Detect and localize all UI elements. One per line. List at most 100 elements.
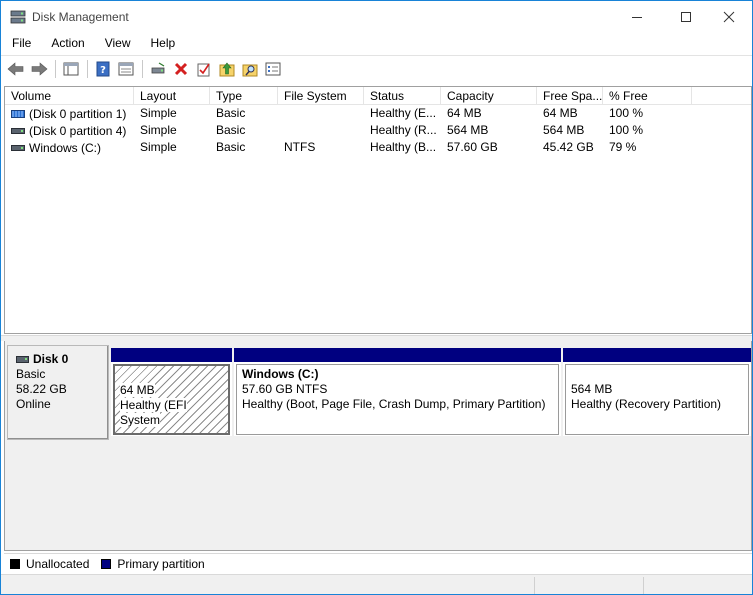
toolbar-separator [87,60,88,78]
minimize-button[interactable] [614,1,660,33]
volume-percent-free: 100 % [609,106,644,120]
volume-name: (Disk 0 partition 1) [29,107,127,121]
title-bar[interactable]: Disk Management [1,1,752,33]
up-folder-icon [219,62,235,77]
delete-button[interactable] [170,58,192,80]
back-arrow-icon [7,62,24,76]
delete-icon [174,62,188,76]
volume-list[interactable]: Volume Layout Type File System Status Ca… [4,86,752,334]
volume-drive-icon [11,128,25,134]
volume-status: Healthy (R... [370,123,437,137]
forward-arrow-icon [31,62,48,76]
menu-action[interactable]: Action [39,33,92,53]
volume-drive-icon [11,145,25,151]
volume-cell: Windows (C:) [5,139,134,156]
volume-free-space: 64 MB [543,106,578,120]
partition-color-bar [111,348,232,362]
volume-striped-icon [11,110,25,118]
disk-graphical-view[interactable]: Disk 0 Basic 58.22 GB Online 64 MB Healt… [4,341,752,551]
disk-management-window: Disk Management File Action View Help ? [0,0,753,595]
unallocated-swatch [10,558,20,569]
maximize-button[interactable] [663,1,709,33]
partition-title: Windows (C:) [242,367,319,381]
column-header-status[interactable]: Status [364,87,441,105]
partition-size: 64 MB [120,383,155,397]
help-icon: ? [96,61,110,77]
disk-size: 58.22 GB [16,382,67,396]
partition-body: Windows (C:) 57.60 GB NTFS Healthy (Boot… [236,364,559,435]
column-header-layout[interactable]: Layout [134,87,210,105]
disk-type: Basic [16,367,46,381]
volume-free-space: 45.42 GB [543,140,594,154]
volume-row[interactable]: (Disk 0 partition 1) Simple Basic Health… [5,105,751,122]
legend: Unallocated Primary partition [4,553,752,573]
column-header-volume[interactable]: Volume [5,87,134,105]
volume-capacity: 64 MB [447,106,482,120]
properties-button[interactable] [262,58,284,80]
volume-file-system [278,122,364,139]
volume-cell: (Disk 0 partition 4) [5,122,134,139]
column-header-capacity[interactable]: Capacity [441,87,537,105]
partition-status: Healthy (Boot, Page File, Crash Dump, Pr… [242,397,546,411]
partition-status: Healthy (Recovery Partition) [571,397,722,411]
volume-row[interactable]: (Disk 0 partition 4) Simple Basic Health… [5,122,751,139]
back-button[interactable] [5,58,27,80]
partition-size: 57.60 GB NTFS [242,382,328,396]
svg-text:?: ? [100,65,106,76]
legend-primary-label: Primary partition [117,556,205,571]
search-folder-button[interactable] [239,58,261,80]
menu-help[interactable]: Help [139,33,184,53]
volume-file-system: NTFS [284,140,316,154]
menu-file[interactable]: File [1,33,39,53]
partition-color-bar [563,348,751,362]
connect-drive-button[interactable] [147,58,169,80]
maximize-icon [681,12,691,22]
show-hide-console-tree-button[interactable] [60,58,82,80]
disk-state: Online [16,397,51,411]
column-header-free-space[interactable]: Free Spa... [537,87,603,105]
partition-recovery[interactable]: 564 MB Healthy (Recovery Partition) [563,348,751,436]
up-folder-button[interactable] [216,58,238,80]
menu-view[interactable]: View [93,33,139,53]
partition-efi[interactable]: 64 MB Healthy (EFI System [111,348,232,436]
column-header-percent-free[interactable]: % Free [603,87,692,105]
disk-info-box[interactable]: Disk 0 Basic 58.22 GB Online [7,345,109,440]
volume-list-header: Volume Layout Type File System Status Ca… [5,87,751,105]
toolbar: ? [1,55,752,82]
volume-percent-free: 79 % [609,140,637,154]
close-button[interactable] [706,1,752,33]
legend-unallocated-label: Unallocated [26,556,90,571]
show-hide-console-tree-icon [63,62,79,76]
volume-capacity: 57.60 GB [447,140,498,154]
check-icon [197,63,210,77]
column-header-file-system[interactable]: File System [278,87,364,105]
status-bar-divider [534,577,535,594]
help-button[interactable]: ? [92,58,114,80]
partition-body: 64 MB Healthy (EFI System [113,364,230,435]
forward-button[interactable] [28,58,50,80]
volume-type: Basic [216,123,246,137]
volume-name: (Disk 0 partition 4) [29,124,127,138]
status-bar [1,574,752,594]
volume-type: Basic [216,106,246,120]
check-button[interactable] [193,58,215,80]
partition-status: Healthy (EFI System [120,398,187,427]
properties-icon [265,62,281,76]
partition-color-bar [234,348,561,362]
volume-name: Windows (C:) [29,141,102,155]
status-bar-divider [643,577,644,594]
partition-windows[interactable]: Windows (C:) 57.60 GB NTFS Healthy (Boot… [234,348,561,436]
column-header-type[interactable]: Type [210,87,278,105]
volume-layout: Simple [140,106,177,120]
window-title: Disk Management [32,10,129,24]
disk-management-app-icon [10,10,26,24]
volume-layout: Simple [140,140,177,154]
toolbar-separator [142,60,143,78]
volume-free-space: 564 MB [543,123,585,137]
volume-row[interactable]: Windows (C:) Simple Basic NTFS Healthy (… [5,139,751,156]
minimize-icon [632,17,642,18]
partition-body: 564 MB Healthy (Recovery Partition) [565,364,749,435]
volume-layout: Simple [140,123,177,137]
properties-pane-button[interactable] [115,58,137,80]
volume-percent-free: 100 % [609,123,644,137]
